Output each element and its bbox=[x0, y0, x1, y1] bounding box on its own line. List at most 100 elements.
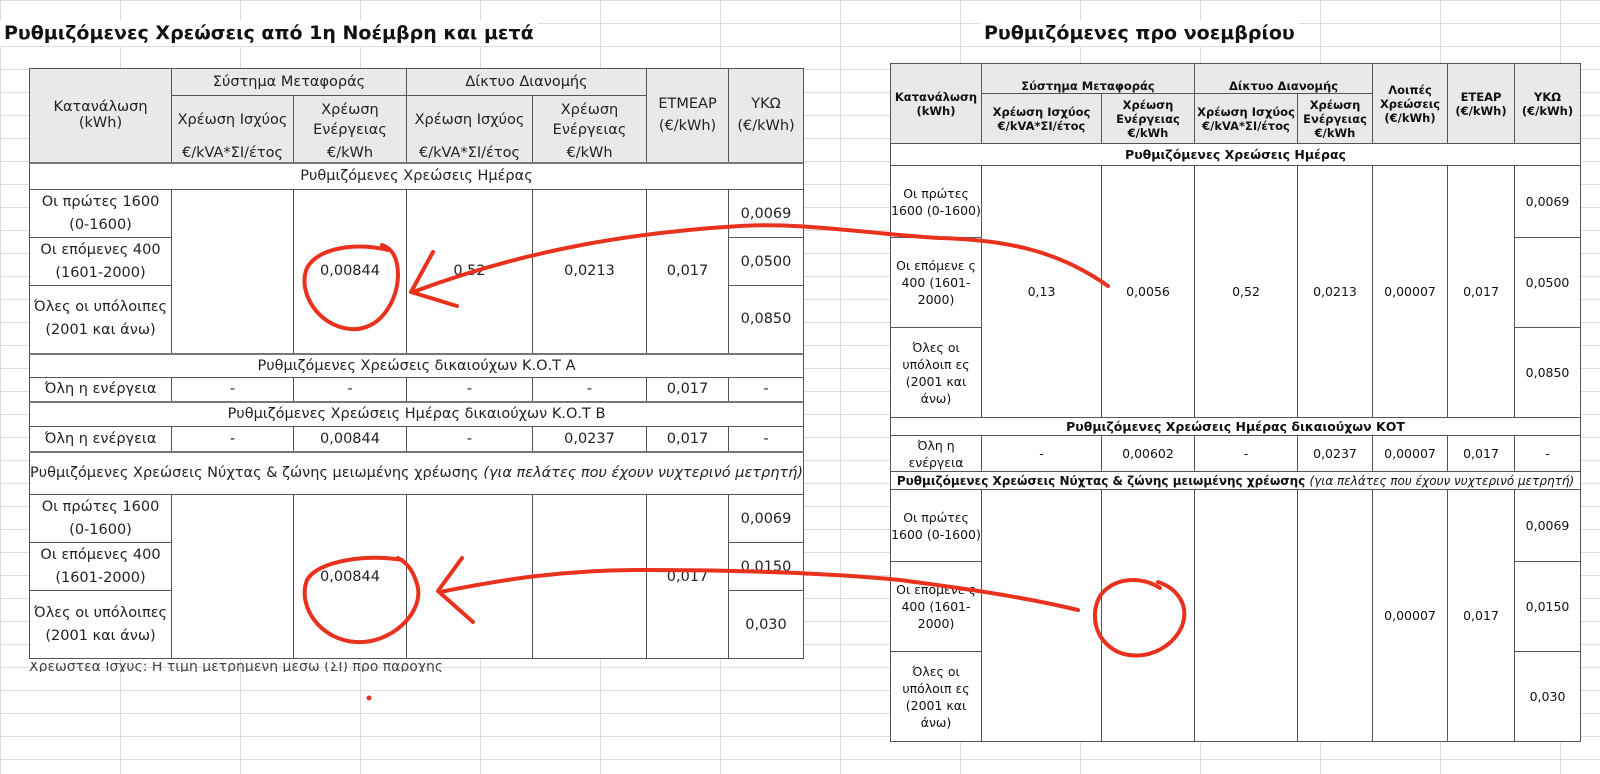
r-night-tier-label: Οι πρώτες 1600 (0-1600) bbox=[890, 489, 982, 562]
dn-energy-cell: 0,0213 bbox=[531, 189, 648, 354]
r-night-ts-energy bbox=[1101, 489, 1195, 742]
cut-off-footnote: Χρεωστέα Ισχύς: Η τιμή μετρημένη μέσω (Σ… bbox=[29, 662, 444, 672]
ts-power-cell bbox=[171, 189, 294, 354]
r-tier-row-label: Οι επόμενε ς 400 (1601-2000) bbox=[890, 237, 982, 328]
r-yko-cell: 0,0500 bbox=[1514, 237, 1582, 328]
r-group-kot: Ρυθμιζόμενες Χρεώσεις Ημέρας δικαιούχων … bbox=[889, 417, 1582, 436]
tier-row-label: Οι επόμενες 400 (1601-2000) bbox=[29, 542, 172, 591]
r-tier-row-label: Όλες οι υπόλοιπ ες (2001 και άνω) bbox=[890, 327, 982, 418]
kot-a-dn-energy: - bbox=[531, 377, 648, 402]
dn-power-cell: 0,52 bbox=[406, 189, 533, 354]
r-night-dn-energy bbox=[1296, 489, 1374, 742]
stray-dot bbox=[366, 695, 372, 701]
night-yko-cell: 0,0069 bbox=[728, 494, 805, 543]
tier-row-label: Όλες οι υπόλοιπες (2001 και άνω) bbox=[29, 285, 172, 354]
left-title: Ρυθμιζόμενες Χρεώσεις από 1η Νοέμβρη και… bbox=[0, 20, 538, 46]
r-yko-cell: 0,0069 bbox=[1514, 165, 1582, 238]
transmission-header: Σύστημα Μεταφοράς bbox=[171, 68, 407, 96]
dn-energy-unit: €/kWh bbox=[531, 143, 648, 163]
r-kot-label: Όλη η ενέργεια bbox=[890, 435, 982, 472]
kot-b-dn-power: - bbox=[406, 426, 533, 452]
right-title: Ρυθμιζόμενες προ νοεμβρίου bbox=[980, 20, 1299, 46]
kot-a-label: Όλη η ενέργεια bbox=[29, 377, 172, 402]
distribution-header: Δίκτυο Διανομής bbox=[405, 68, 648, 96]
night-ts-power bbox=[171, 494, 294, 659]
night-dn-energy bbox=[531, 494, 648, 659]
r-etear-header: ΕΤΕΑΡ (€/kWh) bbox=[1447, 63, 1516, 144]
ts-energy-header: Χρέωση Ενέργειας bbox=[293, 95, 407, 144]
kot-b-label: Όλη η ενέργεια bbox=[29, 426, 172, 452]
r-distribution-header: Δίκτυο Διανομής bbox=[1193, 63, 1374, 94]
ts-power-unit: €/kVA*ΣΙ/έτος bbox=[171, 143, 294, 163]
r-dn-energy-header: Χρέωση Ενέργειας €/kWh bbox=[1296, 93, 1374, 144]
left-tariff-table: Κατανάλωση (kWh) Σύστημα Μεταφοράς Δίκτυ… bbox=[28, 68, 805, 659]
tier-row-label: Οι πρώτες 1600 (0-1600) bbox=[29, 189, 172, 238]
yko-cell: 0,0850 bbox=[728, 285, 805, 354]
r-night-other: 0,00007 bbox=[1372, 489, 1449, 742]
group-night: Ρυθμιζόμενες Χρεώσεις Νύχτας & ζώνης μει… bbox=[28, 450, 805, 495]
etmear-cell: 0,017 bbox=[646, 189, 730, 354]
r-night-tier-label: Οι επόμενε ς 400 (1601-2000) bbox=[890, 561, 982, 652]
kot-a-yko: - bbox=[728, 377, 805, 402]
r-night-dn-power bbox=[1194, 489, 1298, 742]
night-ts-energy: 0,00844 bbox=[293, 494, 407, 659]
kot-b-dn-energy: 0,0237 bbox=[531, 426, 648, 452]
r-dn-power-cell: 0,52 bbox=[1194, 165, 1298, 418]
kot-a-dn-power: - bbox=[406, 377, 533, 402]
dn-energy-header: Χρέωση Ενέργειας bbox=[531, 95, 648, 144]
r-night-etear: 0,017 bbox=[1447, 489, 1516, 742]
r-kot-dn-energy: 0,0237 bbox=[1296, 435, 1374, 472]
dn-power-header: Χρέωση Ισχύος bbox=[406, 95, 533, 144]
kot-b-etmear: 0,017 bbox=[646, 426, 730, 452]
night-yko-cell: 0,030 bbox=[728, 590, 805, 659]
r-transmission-header: Σύστημα Μεταφοράς bbox=[981, 63, 1195, 94]
night-etmear: 0,017 bbox=[646, 494, 730, 659]
kot-a-ts-energy: - bbox=[293, 377, 407, 402]
kot-b-ts-energy: 0,00844 bbox=[293, 426, 407, 452]
dn-power-unit: €/kVA*ΣΙ/έτος bbox=[406, 143, 533, 163]
consumption-header: Κατανάλωση (kWh) bbox=[29, 68, 172, 163]
ts-power-header: Χρέωση Ισχύος bbox=[171, 95, 294, 144]
r-consumption-header: Κατανάλωση (kWh) bbox=[890, 63, 982, 144]
r-ts-power-cell: 0,13 bbox=[981, 165, 1102, 418]
r-yko-header: ΥΚΩ (€/kWh) bbox=[1514, 63, 1582, 144]
night-dn-power bbox=[406, 494, 533, 659]
r-etear-cell: 0,017 bbox=[1447, 165, 1516, 418]
night-yko-cell: 0,0150 bbox=[728, 542, 805, 591]
r-night-ts-power bbox=[981, 489, 1102, 742]
r-ts-energy-header: Χρέωση Ενέργειας €/kWh bbox=[1101, 93, 1195, 144]
r-dn-energy-cell: 0,0213 bbox=[1296, 165, 1374, 418]
etmear-header: ΕΤΜΕΑΡ (€/kWh) bbox=[646, 68, 730, 163]
r-kot-ts-energy: 0,00602 bbox=[1101, 435, 1195, 472]
r-kot-dn-power: - bbox=[1194, 435, 1298, 472]
group-kot-b: Ρυθμιζόμενες Χρεώσεις Ημέρας δικαιούχων … bbox=[28, 400, 805, 427]
r-night-yko-cell: 0,0150 bbox=[1514, 561, 1582, 652]
yko-cell: 0,0069 bbox=[728, 189, 805, 238]
yko-cell: 0,0500 bbox=[728, 237, 805, 286]
r-night-yko-cell: 0,0069 bbox=[1514, 489, 1582, 562]
r-group-night: Ρυθμιζόμενες Χρεώσεις Νύχτας & ζώνης μει… bbox=[889, 471, 1582, 490]
ts-energy-cell: 0,00844 bbox=[293, 189, 407, 354]
r-dn-power-header: Χρέωση Ισχύος €/kVA*ΣΙ/έτος bbox=[1194, 93, 1298, 144]
r-tier-row-label: Οι πρώτες 1600 (0-1600) bbox=[890, 165, 982, 238]
kot-a-etmear: 0,017 bbox=[646, 377, 730, 402]
r-kot-ts-power: - bbox=[981, 435, 1102, 472]
r-night-tier-label: Όλες οι υπόλοιπ ες (2001 και άνω) bbox=[890, 651, 982, 742]
tier-row-label: Οι πρώτες 1600 (0-1600) bbox=[29, 494, 172, 543]
r-kot-yko: - bbox=[1514, 435, 1582, 472]
kot-a-ts-power: - bbox=[171, 377, 294, 402]
r-kot-etear: 0,017 bbox=[1447, 435, 1516, 472]
group-day: Ρυθμιζόμενες Χρεώσεις Ημέρας bbox=[28, 161, 805, 190]
r-night-yko-cell: 0,030 bbox=[1514, 651, 1582, 742]
r-yko-cell: 0,0850 bbox=[1514, 327, 1582, 418]
group-kot-a: Ρυθμιζόμενες Χρεώσεις δικαιούχων Κ.Ο.Τ Α bbox=[28, 352, 805, 378]
r-group-day: Ρυθμιζόμενες Χρεώσεις Ημέρας bbox=[889, 143, 1582, 166]
yko-header: ΥΚΩ (€/kWh) bbox=[728, 68, 805, 163]
r-ts-energy-cell: 0,0056 bbox=[1101, 165, 1195, 418]
ts-energy-unit: €/kWh bbox=[293, 143, 407, 163]
right-tariff-table: Κατανάλωση (kWh) Σύστημα Μεταφοράς Δίκτυ… bbox=[889, 63, 1582, 742]
r-kot-other: 0,00007 bbox=[1372, 435, 1449, 472]
r-ts-power-header: Χρέωση Ισχύος €/kVA*ΣΙ/έτος bbox=[981, 93, 1102, 144]
r-other-cell: 0,00007 bbox=[1372, 165, 1449, 418]
kot-b-yko: - bbox=[728, 426, 805, 452]
